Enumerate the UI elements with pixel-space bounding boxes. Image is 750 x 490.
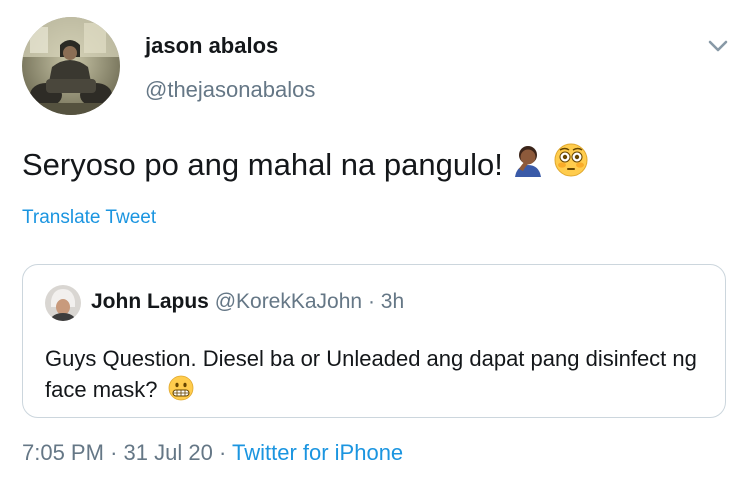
- quoted-separator: ·: [367, 290, 375, 313]
- tweet-text: Seryoso po ang mahal na pangulo!: [22, 142, 589, 188]
- quoted-tweet[interactable]: John Lapus @KorekKaJohn · 3h Guys Questi…: [22, 264, 726, 418]
- quoted-body: Guys Question. Diesel ba or Unleaded ang…: [45, 346, 697, 402]
- meta-separator: ·: [110, 440, 118, 465]
- chevron-down-icon[interactable]: [706, 36, 730, 56]
- author-display-name[interactable]: jason abalos: [145, 33, 278, 59]
- tweet-time[interactable]: 7:05 PM: [22, 440, 104, 465]
- quoted-author-avatar[interactable]: [45, 285, 81, 321]
- quoted-timestamp[interactable]: 3h: [381, 290, 404, 313]
- tweet-date[interactable]: 31 Jul 20: [124, 440, 213, 465]
- quoted-display-name[interactable]: John Lapus: [91, 290, 209, 313]
- flushed-face-icon: [553, 142, 589, 188]
- grimacing-face-icon: [168, 375, 194, 409]
- meta-separator: ·: [218, 440, 227, 465]
- tweet-meta: 7:05 PM · 31 Jul 20 · Twitter for iPhone: [22, 440, 403, 466]
- quoted-text: Guys Question. Diesel ba or Unleaded ang…: [45, 343, 710, 409]
- man-facepalming-icon: [511, 143, 545, 187]
- tweet-body: Seryoso po ang mahal na pangulo!: [22, 147, 503, 182]
- author-avatar[interactable]: [22, 17, 120, 115]
- tweet-source-link[interactable]: Twitter for iPhone: [232, 440, 403, 465]
- quoted-handle[interactable]: @KorekKaJohn: [215, 290, 362, 313]
- quoted-header: John Lapus @KorekKaJohn · 3h: [91, 290, 404, 314]
- translate-tweet-link[interactable]: Translate Tweet: [22, 207, 156, 229]
- author-handle[interactable]: @thejasonabalos: [145, 77, 315, 103]
- tweet-card: jason abalos @thejasonabalos Seryoso po …: [0, 0, 750, 490]
